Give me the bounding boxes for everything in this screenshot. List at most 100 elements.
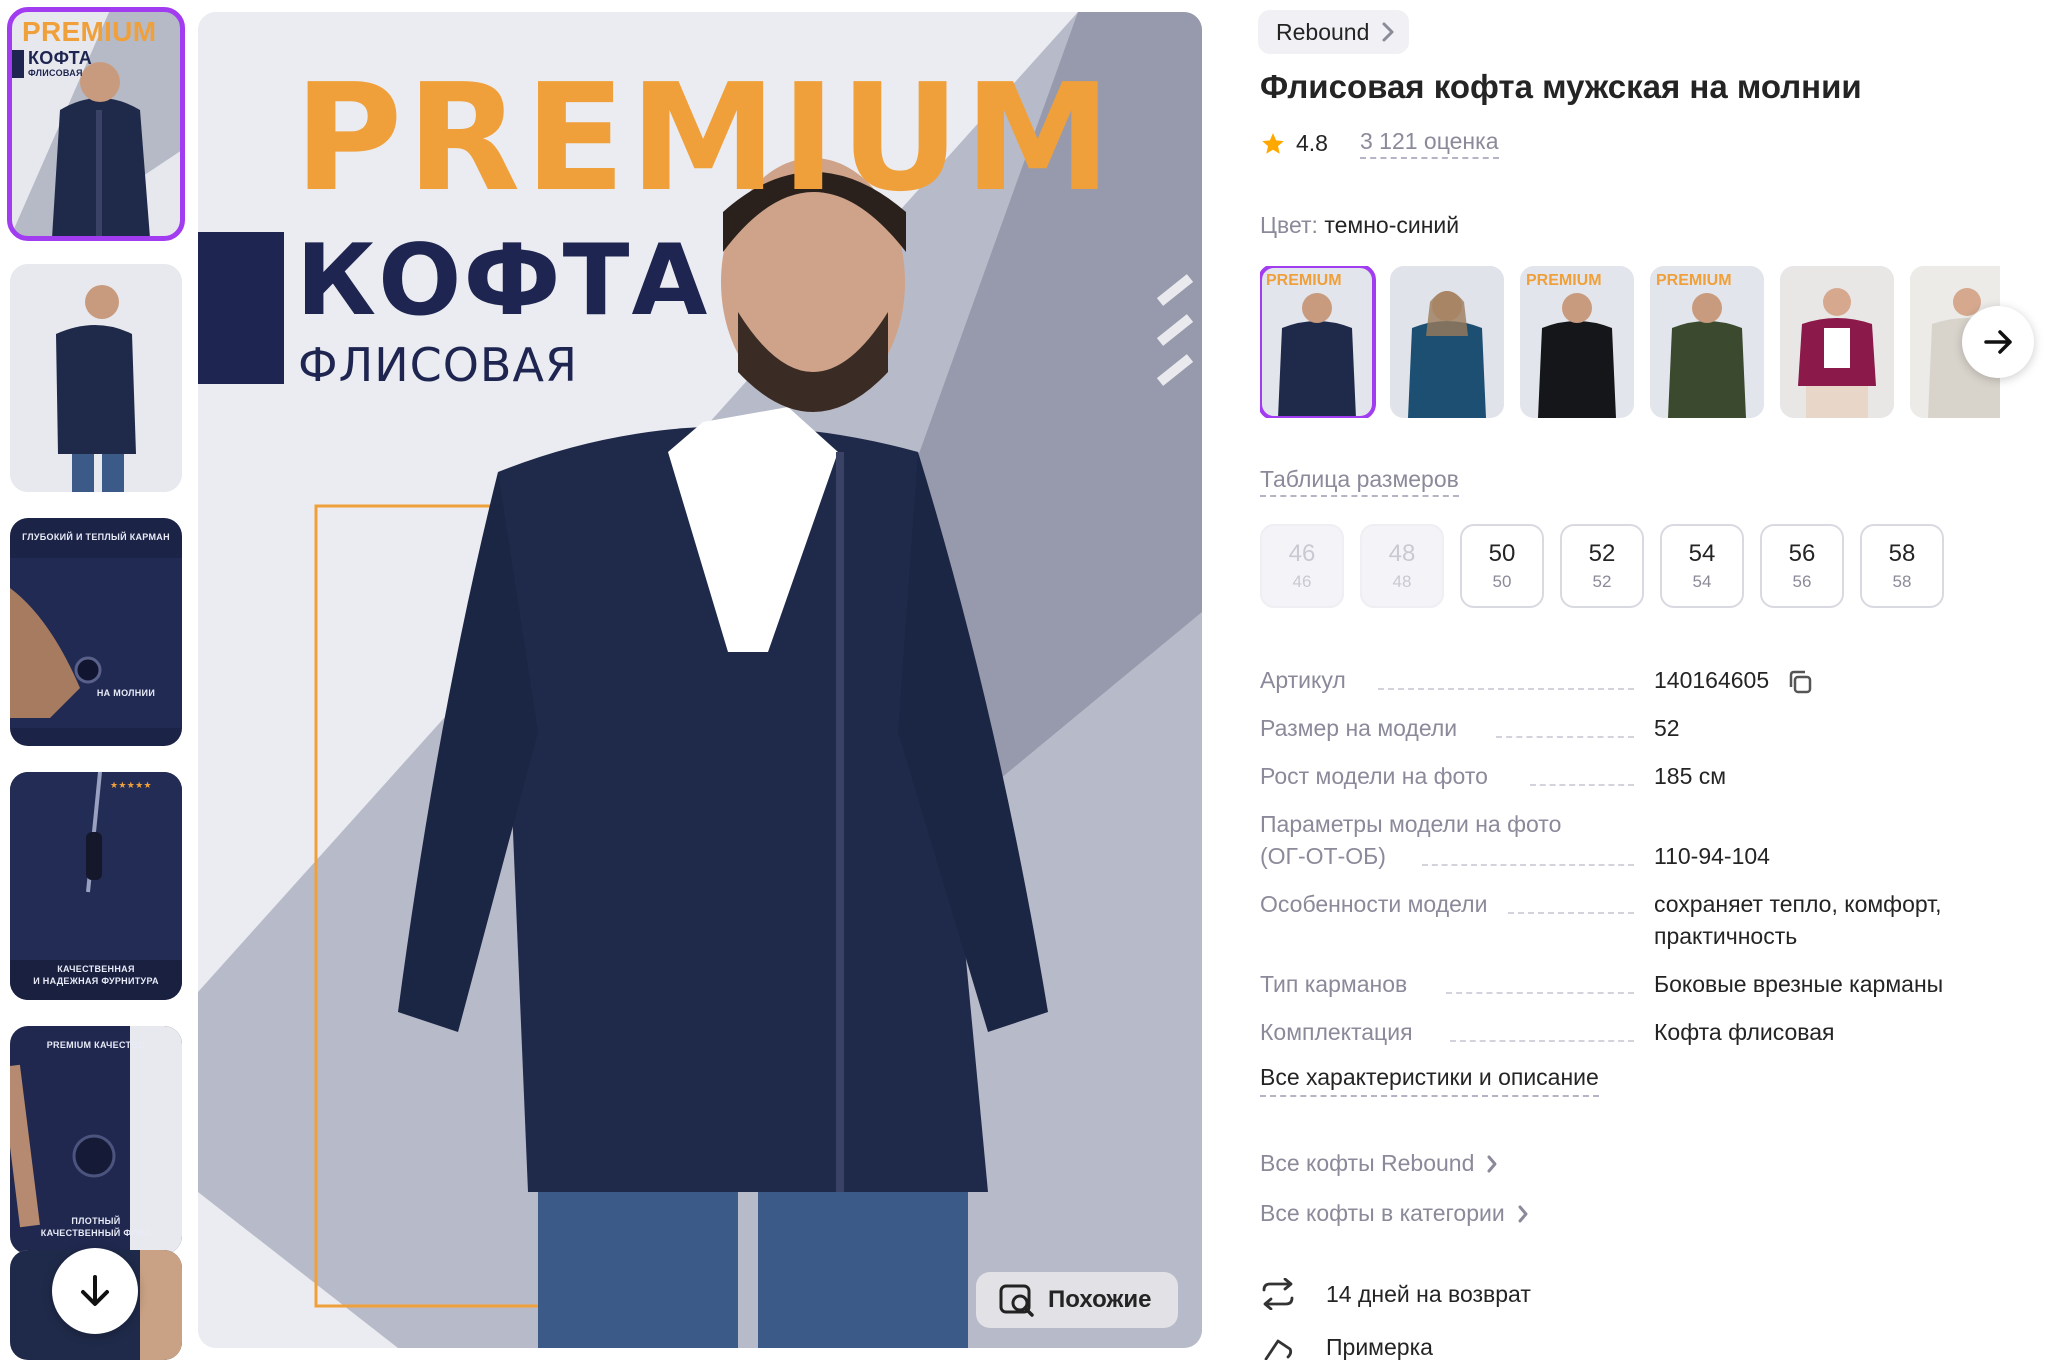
thumb-3-caption-mid: НА МОЛНИИ (96, 688, 156, 698)
swatch-4-label: PREMIUM (1656, 272, 1732, 289)
hanger-icon (1264, 1339, 1293, 1360)
hero-accent-bar (198, 232, 284, 384)
main-product-image[interactable]: PREMIUM КОФТА ФЛИСОВАЯ Похожие (198, 12, 1202, 1348)
thumbnail-5[interactable]: PREMIUM КАЧЕСТВО ПЛОТНЫЙ КАЧЕСТВЕННЫЙ ФЛ… (10, 1026, 182, 1254)
spec-key: Тип карманов (1260, 971, 1408, 997)
similar-button[interactable]: Похожие (976, 1272, 1178, 1328)
chevron-right-icon (1382, 22, 1394, 42)
arrow-down-icon (81, 1275, 109, 1306)
scroll-down-button[interactable] (52, 1248, 138, 1334)
swatch-teal-blue[interactable] (1390, 266, 1504, 418)
rating-block: 4.8 3 121 оценка (1260, 128, 1499, 159)
spec-value: 52 (1654, 715, 1680, 741)
image-search-icon (999, 1284, 1034, 1317)
thumb-3-caption-top: ГЛУБОКИЙ И ТЕПЛЫЙ КАРМАН (22, 532, 170, 542)
all-specs-link[interactable]: Все характеристики и описание (1260, 1064, 1599, 1097)
size-option-58[interactable]: 58 58 (1860, 524, 1944, 608)
perk-fitting: Примерка (1260, 1334, 1433, 1360)
spec-leader (1450, 1040, 1634, 1042)
thumb-4-stars: ★★★★★ (110, 780, 152, 790)
thumb-1-kofta: КОФТА (28, 48, 93, 68)
brand-name: Rebound (1276, 18, 1370, 45)
swatches-next-button[interactable] (1962, 306, 2034, 378)
size-main: 50 (1488, 540, 1516, 567)
hero-premium-text: PREMIUM (294, 52, 1116, 224)
thumb-4-caption-mid: КАЧЕСТВЕННАЯ (57, 964, 135, 974)
size-main: 56 (1788, 540, 1816, 567)
spec-key: Особенности модели (1260, 891, 1488, 917)
size-main: 46 (1288, 540, 1316, 567)
thumbnail-3[interactable]: ГЛУБОКИЙ И ТЕПЛЫЙ КАРМАН НА МОЛНИИ (10, 518, 182, 746)
return-label: 14 дней на возврат (1326, 1280, 1531, 1307)
hero-fleece-text: ФЛИСОВАЯ (298, 338, 578, 392)
perk-return: 14 дней на возврат (1260, 1278, 1531, 1310)
thumb-5-caption-small: КАЧЕСТВЕННЫЙ ФЛИС (40, 1228, 152, 1238)
spec-value: 140164605 (1654, 664, 1994, 696)
size-table-link[interactable]: Таблица размеров (1260, 466, 1459, 497)
all-brand-link[interactable]: Все кофты Rebound (1260, 1150, 1498, 1177)
size-sub: 52 (1592, 572, 1612, 591)
size-sub: 58 (1892, 572, 1912, 591)
thumbnail-2[interactable] (10, 264, 182, 492)
size-option-50[interactable]: 50 50 (1460, 524, 1544, 608)
all-category-link[interactable]: Все кофты в категории (1260, 1200, 1529, 1227)
spec-key: Параметры модели на фото (1260, 811, 1562, 837)
spec-key-continued: (ОГ-ОТ-ОБ) (1260, 843, 1386, 869)
all-brand-label: Все кофты Rebound (1260, 1150, 1475, 1176)
thumb-5-caption-top: PREMIUM КАЧЕСТВО (46, 1040, 146, 1050)
thumb-4-caption-small: И НАДЕЖНАЯ ФУРНИТУРА (33, 976, 159, 986)
size-option-56[interactable]: 56 56 (1760, 524, 1844, 608)
size-sub: 56 (1792, 572, 1812, 591)
spec-value: Боковые врезные карманы (1654, 971, 1944, 997)
all-category-label: Все кофты в категории (1260, 1200, 1505, 1226)
spec-leader (1530, 784, 1634, 786)
spec-value: сохраняет тепло, комфорт, практичность (1654, 891, 1942, 949)
thumb-1-fleece: ФЛИСОВАЯ (28, 68, 83, 78)
spec-key: Размер на модели (1260, 715, 1458, 741)
chevron-right-icon (1518, 1205, 1528, 1222)
size-sub: 48 (1392, 572, 1412, 591)
spec-value: Кофта флисовая (1654, 1019, 1835, 1045)
spec-key: Рост модели на фото (1260, 763, 1488, 789)
size-main: 48 (1388, 540, 1416, 567)
color-swatches: PREMIUM PREMIUM PREMIUM (1260, 266, 2000, 418)
thumb-5-caption-mid: ПЛОТНЫЙ (71, 1216, 121, 1226)
spec-value: 185 см (1654, 763, 1727, 789)
hero-kofta-text: КОФТА (296, 224, 710, 338)
copy-icon[interactable] (1786, 668, 1814, 696)
spec-leader (1446, 992, 1634, 994)
swatch-berry[interactable] (1780, 266, 1894, 418)
swatch-1-label: PREMIUM (1266, 272, 1342, 289)
spec-leader (1508, 912, 1634, 914)
fitting-label: Примерка (1326, 1334, 1433, 1360)
chevron-right-icon (1487, 1155, 1497, 1172)
swatch-3-label: PREMIUM (1526, 272, 1602, 289)
thumbnail-4[interactable]: ★★★★★ КАЧЕСТВЕННАЯ И НАДЕЖНАЯ ФУРНИТУРА (10, 772, 182, 1000)
size-sub: 50 (1492, 572, 1512, 591)
arrow-right-icon (1984, 330, 2012, 354)
size-option-52[interactable]: 52 52 (1560, 524, 1644, 608)
spec-leader (1496, 736, 1634, 738)
size-sub: 54 (1692, 572, 1712, 591)
star-icon (1262, 132, 1284, 154)
spec-leader (1378, 688, 1634, 690)
brand-link[interactable]: Rebound (1258, 10, 1410, 54)
article-number: 140164605 (1654, 667, 1770, 693)
spec-value: 110-94-104 (1654, 843, 1770, 869)
size-option-46[interactable]: 46 46 (1260, 524, 1344, 608)
size-sub: 46 (1292, 572, 1312, 591)
spec-leader (1422, 864, 1634, 866)
thumbnail-1[interactable]: PREMIUM КОФТА ФЛИСОВАЯ (7, 7, 185, 241)
color-label: Цвет: (1260, 212, 1318, 238)
size-main: 54 (1688, 540, 1716, 567)
reviews-link[interactable]: 3 121 оценка (1359, 128, 1499, 159)
thumb-1-premium: PREMIUM (22, 16, 157, 47)
size-option-54[interactable]: 54 54 (1660, 524, 1744, 608)
color-line: Цвет: темно-синий (1260, 212, 1459, 239)
size-option-48[interactable]: 48 48 (1360, 524, 1444, 608)
size-main: 58 (1888, 540, 1916, 567)
color-value: темно-синий (1324, 212, 1460, 238)
product-title: Флисовая кофта мужская на молнии (1260, 68, 1862, 105)
rating-value: 4.8 (1296, 130, 1328, 156)
return-arrows-icon (1262, 1278, 1294, 1310)
